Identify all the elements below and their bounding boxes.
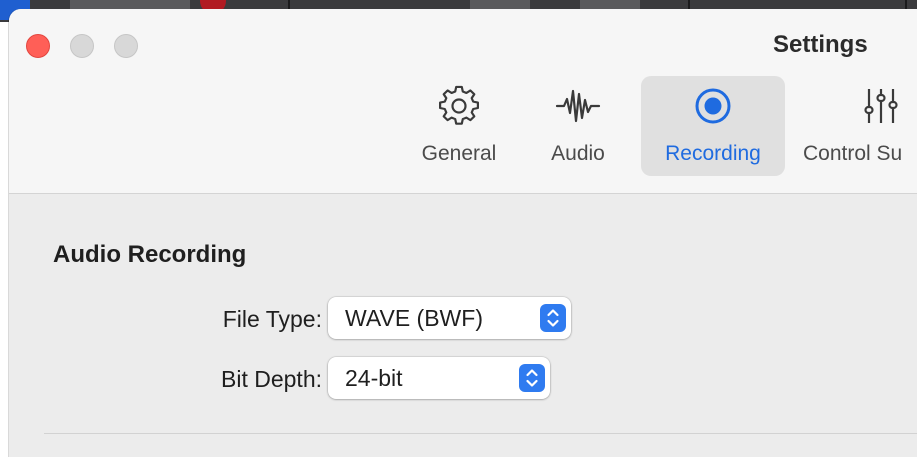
section-title: Audio Recording bbox=[53, 241, 247, 268]
minimize-window-button[interactable] bbox=[70, 34, 94, 58]
chevron-up-down-icon bbox=[540, 304, 566, 332]
file-type-value: WAVE (BWF) bbox=[345, 305, 483, 331]
tab-label: Control Su bbox=[803, 142, 903, 165]
tab-label: Recording bbox=[665, 142, 761, 165]
screen: Settings General Audio Recording Control… bbox=[0, 0, 917, 457]
bit-depth-popup[interactable]: 24-bit bbox=[328, 357, 550, 399]
tab-label: Audio bbox=[551, 142, 605, 165]
bit-depth-value: 24-bit bbox=[345, 365, 403, 391]
zoom-window-button[interactable] bbox=[114, 34, 138, 58]
chevron-up-down-icon bbox=[519, 364, 545, 392]
sliders-icon bbox=[863, 85, 903, 132]
toolbar: Settings General Audio Recording Control… bbox=[9, 9, 917, 194]
tab-label: General bbox=[421, 142, 497, 165]
file-type-popup[interactable]: WAVE (BWF) bbox=[328, 297, 571, 339]
tab-recording[interactable]: Recording bbox=[641, 76, 785, 176]
record-icon bbox=[692, 85, 734, 132]
section-divider bbox=[44, 433, 917, 434]
tab-audio[interactable]: Audio bbox=[533, 76, 623, 176]
waveform-icon bbox=[555, 85, 601, 132]
tab-control-surfaces[interactable]: Control Su bbox=[795, 76, 917, 176]
gear-icon bbox=[438, 85, 480, 132]
file-type-label: File Type: bbox=[222, 306, 322, 332]
tab-general[interactable]: General bbox=[403, 76, 515, 176]
bit-depth-label: Bit Depth: bbox=[221, 366, 322, 392]
window-title: Settings bbox=[773, 31, 868, 58]
close-window-button[interactable] bbox=[26, 34, 50, 58]
